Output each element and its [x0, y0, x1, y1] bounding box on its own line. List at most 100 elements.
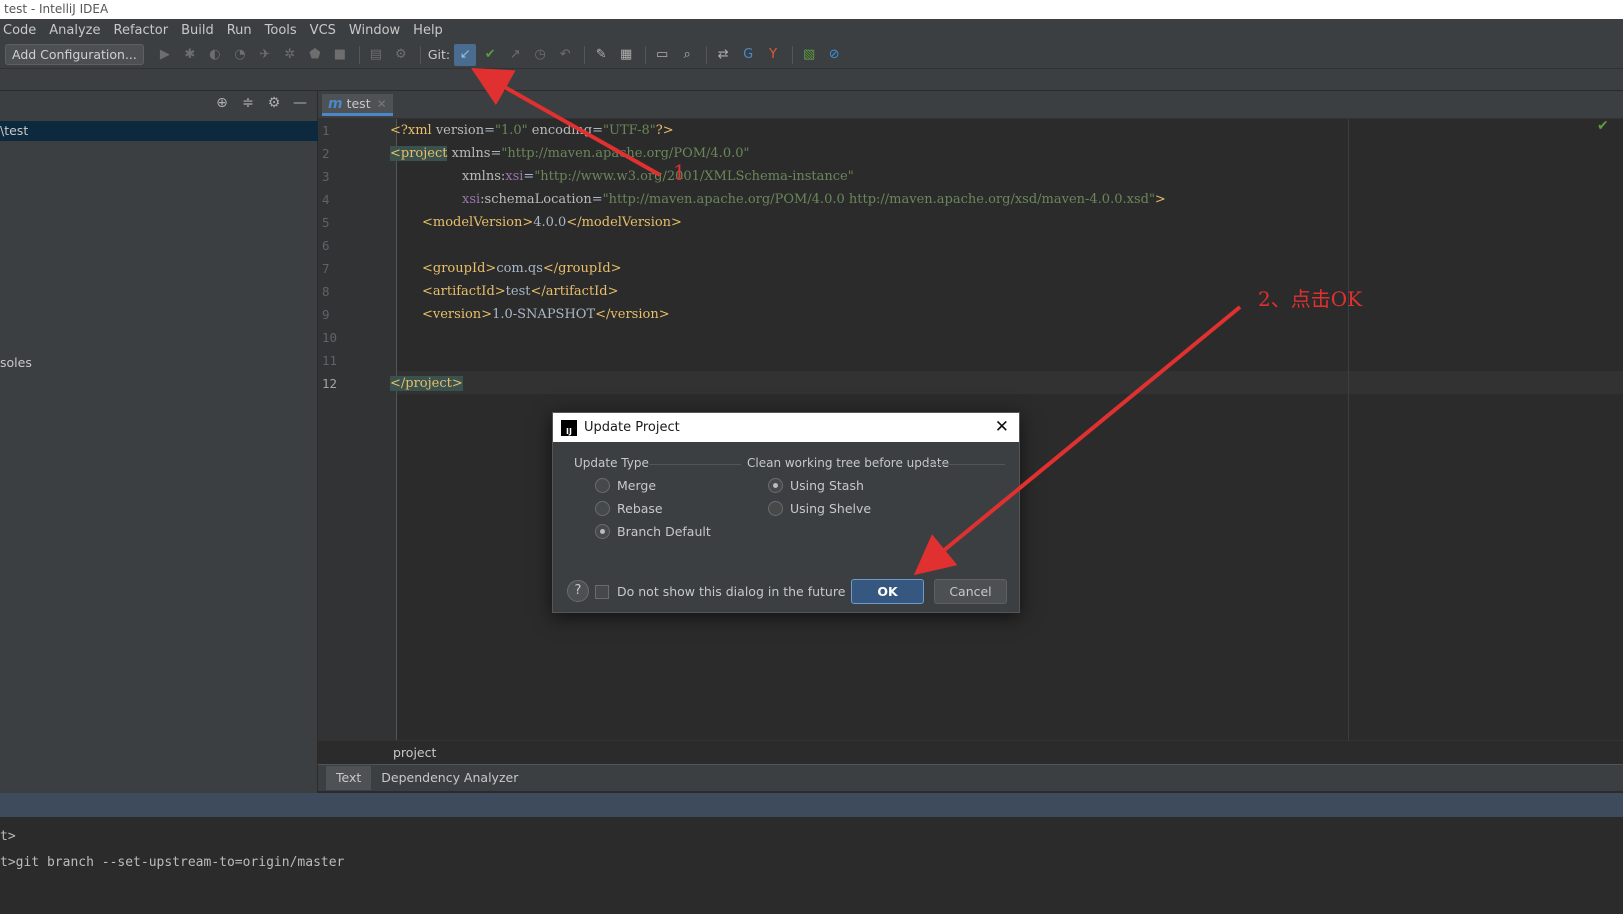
code-line-7: <groupId>com.qs</groupId>: [422, 261, 622, 276]
line-number: 6: [322, 238, 330, 253]
do-not-show-checkbox-row[interactable]: Do not show this dialog in the future: [595, 584, 845, 599]
profile-icon[interactable]: ◔: [229, 44, 251, 66]
editor-tab-label: test: [346, 96, 371, 111]
run-icon[interactable]: ▶: [154, 44, 176, 66]
close-icon[interactable]: ✕: [995, 417, 1009, 437]
attach-icon[interactable]: ✲: [279, 44, 301, 66]
group-divider: [649, 464, 741, 465]
line-gutter: 1 2 3 4 5 6 7 8 9 10 11 12: [318, 119, 382, 740]
terminal-console[interactable]: t> t>git branch --set-upstream-to=origin…: [0, 817, 1623, 914]
project-panel-header: ⊕ ≑ ⚙ —: [0, 91, 317, 115]
toolbar-separator: [706, 45, 708, 64]
line-number: 2: [322, 146, 330, 161]
tab-text[interactable]: Text: [326, 766, 372, 790]
menu-code[interactable]: Code: [3, 23, 36, 38]
toolbar-separator: [645, 45, 647, 64]
code-line-4: xsi:schemaLocation="http://maven.apache.…: [462, 192, 1166, 207]
menu-analyze[interactable]: Analyze: [49, 23, 100, 38]
toolbar-separator: [792, 45, 794, 64]
gear-icon[interactable]: ⚙: [263, 93, 285, 113]
help-button[interactable]: ?: [567, 580, 589, 602]
menu-tools[interactable]: Tools: [265, 23, 297, 38]
locate-icon[interactable]: ⊕: [211, 93, 233, 113]
line-number: 10: [322, 330, 338, 345]
radio-using-stash[interactable]: Using Stash: [768, 478, 864, 493]
radio-button: [768, 501, 783, 516]
checkbox-label: Do not show this dialog in the future: [617, 584, 846, 599]
radio-branch-default[interactable]: Branch Default: [595, 524, 711, 539]
tree-item-consoles[interactable]: soles: [0, 353, 32, 373]
group-divider: [925, 464, 1005, 465]
toolbar-separator: [358, 45, 360, 64]
ok-button[interactable]: OK: [851, 579, 924, 604]
radio-label: Using Stash: [790, 478, 864, 493]
threads-icon[interactable]: ⚙: [390, 44, 412, 66]
coverage-icon[interactable]: ◐: [204, 44, 226, 66]
radio-button: [595, 501, 610, 516]
translate-icon[interactable]: ⇄: [712, 44, 734, 66]
git-commit-icon[interactable]: ✔: [479, 44, 501, 66]
line-number: 11: [322, 353, 338, 368]
youdao-translate-icon[interactable]: Y: [762, 44, 784, 66]
debug-icon[interactable]: ✱: [179, 44, 201, 66]
toolbar-separator: [584, 45, 586, 64]
menu-build[interactable]: Build: [181, 23, 214, 38]
terminal-header: [0, 793, 1623, 817]
menu-help[interactable]: Help: [413, 23, 443, 38]
add-configuration-button[interactable]: Add Configuration...: [5, 44, 144, 65]
git-update-icon[interactable]: ↙: [454, 43, 477, 66]
maven-file-icon: m: [328, 95, 343, 112]
menu-vcs[interactable]: VCS: [310, 23, 336, 38]
hide-icon[interactable]: —: [289, 93, 311, 113]
radio-using-shelve[interactable]: Using Shelve: [768, 501, 871, 516]
radio-rebase[interactable]: Rebase: [595, 501, 663, 516]
radio-button: [595, 478, 610, 493]
line-number: 9: [322, 307, 330, 322]
clean-working-tree-label: Clean working tree before update: [747, 456, 949, 470]
update-type-label: Update Type: [574, 456, 649, 470]
do-not-show-checkbox[interactable]: [595, 584, 609, 599]
breadcrumb[interactable]: project: [318, 740, 1623, 764]
project-panel: ⊕ ≑ ⚙ — \test soles: [0, 91, 318, 793]
tab-dependency-analyzer[interactable]: Dependency Analyzer: [371, 766, 528, 790]
radio-button-selected: [595, 524, 610, 539]
inspection-ok-icon[interactable]: ✔: [1597, 118, 1609, 134]
annotation-label-1: 1: [673, 160, 686, 184]
stop-icon[interactable]: ■: [329, 44, 351, 66]
ide-window: test - IntelliJ IDEA Code Analyze Refact…: [0, 0, 1623, 914]
git-push-icon[interactable]: ↗: [504, 44, 526, 66]
git-revert-icon[interactable]: ↶: [554, 44, 576, 66]
dialog-title-bar: IJ Update Project ✕: [553, 413, 1019, 442]
radio-label: Branch Default: [617, 524, 711, 539]
cancel-button[interactable]: Cancel: [934, 579, 1007, 604]
git-history-icon[interactable]: ◷: [529, 44, 551, 66]
radio-merge[interactable]: Merge: [595, 478, 656, 493]
build-icon[interactable]: ✈: [254, 44, 276, 66]
line-number: 1: [322, 123, 330, 138]
line-number: 5: [322, 215, 330, 230]
no-icon[interactable]: ⊘: [823, 44, 845, 66]
collapse-all-icon[interactable]: ≑: [237, 93, 259, 113]
search-icon[interactable]: ⌕: [676, 44, 698, 66]
google-translate-icon[interactable]: G: [737, 44, 759, 66]
editor-tab-test[interactable]: m test ✕: [322, 94, 393, 116]
menu-bar: Code Analyze Refactor Build Run Tools VC…: [0, 19, 1623, 41]
frame-icon[interactable]: ⬟: [304, 44, 326, 66]
project-structure-icon[interactable]: ▦: [615, 44, 637, 66]
code-line-8: <artifactId>test</artifactId>: [422, 284, 619, 299]
fold-column: [382, 119, 397, 740]
statistic-icon[interactable]: ▧: [798, 44, 820, 66]
menu-refactor[interactable]: Refactor: [114, 23, 169, 38]
menu-window[interactable]: Window: [349, 23, 400, 38]
main-toolbar: Add Configuration... ▶ ✱ ◐ ◔ ✈ ✲ ⬟ ■ ▤ ⚙…: [0, 41, 1623, 69]
terminal-icon[interactable]: ▭: [651, 44, 673, 66]
radio-label: Rebase: [617, 501, 663, 516]
settings-wrench-icon[interactable]: ✎: [590, 44, 612, 66]
dump-icon[interactable]: ▤: [365, 44, 387, 66]
radio-label: Using Shelve: [790, 501, 872, 516]
tree-item-selected[interactable]: \test: [0, 121, 318, 141]
line-number: 3: [322, 169, 330, 184]
close-icon[interactable]: ✕: [377, 97, 387, 111]
annotation-label-2: 2、点击OK: [1258, 287, 1363, 311]
menu-run[interactable]: Run: [227, 23, 252, 38]
